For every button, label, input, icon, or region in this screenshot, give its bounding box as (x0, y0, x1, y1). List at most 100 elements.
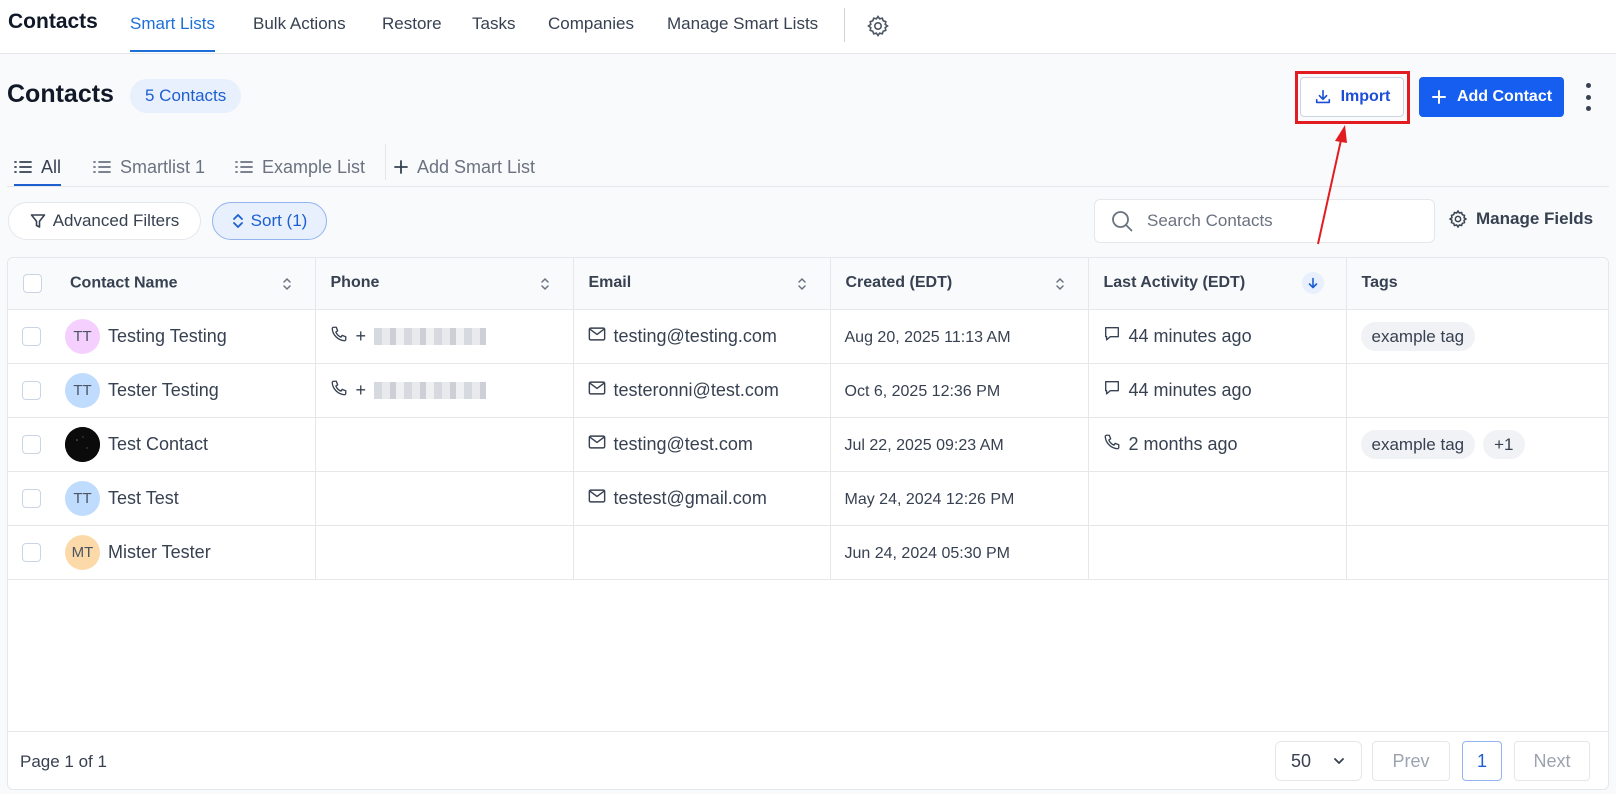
table-row[interactable]: TT Test Test testest@gmail.com May 24, 2024… (8, 471, 1608, 526)
tab-companies[interactable]: Companies (548, 14, 634, 52)
sort-label: Sort (1) (250, 211, 308, 230)
contacts-table: Contact Name Phone Email Created (EDT) L… (7, 257, 1609, 790)
email-cell (573, 525, 831, 580)
smartlist-tab-smartlist-1[interactable]: Smartlist 1 (93, 150, 205, 187)
smartlist-tab-label: All (41, 156, 62, 177)
column-header-created[interactable]: Created (EDT) (830, 258, 1089, 310)
smartlist-tab-label: Example List (262, 156, 366, 177)
last-activity-cell: 44 minutes ago (1088, 309, 1347, 364)
created-date: Jul 22, 2025 09:23 AM (844, 436, 1004, 454)
avatar-initials: MT (71, 543, 94, 561)
list-icon (14, 161, 32, 173)
phone-prefix: + (355, 379, 367, 400)
contacts-count-badge: 5 Contacts (130, 79, 242, 113)
manage-fields-button[interactable]: Manage Fields (1448, 209, 1593, 229)
tab-smart-lists[interactable]: Smart Lists (130, 14, 216, 52)
email-text[interactable]: testing@test.com (614, 434, 753, 455)
sort-descending-icon[interactable] (1301, 272, 1324, 294)
manage-fields-label: Manage Fields (1476, 209, 1594, 228)
email-cell: testing@test.com (573, 417, 831, 472)
contact-name-link[interactable]: Tester Testing (108, 380, 219, 401)
chat-icon (1103, 379, 1121, 402)
next-page-button[interactable]: Next (1514, 741, 1590, 781)
smartlist-divider (385, 144, 386, 180)
created-cell: Aug 20, 2025 11:13 AM (830, 309, 1089, 364)
table-row[interactable]: Test Contact testing@test.com Jul 22, 2025… (8, 417, 1608, 472)
list-icon (93, 161, 111, 173)
more-options-icon[interactable] (1582, 83, 1594, 111)
column-label: Contact Name (70, 274, 178, 292)
contact-name-cell: TT Tester Testing (8, 363, 316, 418)
phone-cell (315, 417, 574, 472)
column-header-phone[interactable]: Phone (315, 258, 574, 310)
tab-restore[interactable]: Restore (382, 14, 442, 52)
tab-bulk-actions[interactable]: Bulk Actions (253, 14, 346, 52)
email-text[interactable]: testeronni@test.com (614, 380, 779, 401)
sort-button[interactable]: Sort (1) (212, 202, 327, 240)
row-checkbox[interactable] (22, 488, 41, 508)
page-info: Page 1 of 1 (20, 752, 107, 771)
smartlist-tab-example-list[interactable]: Example List (235, 150, 365, 187)
search-input[interactable] (1147, 211, 1407, 231)
prev-page-button[interactable]: Prev (1372, 741, 1450, 781)
contact-name-link[interactable]: Test Test (108, 488, 179, 509)
select-all-checkbox[interactable] (23, 273, 42, 293)
smartlist-tab-all[interactable]: All (14, 150, 62, 187)
top-nav: Contacts Smart Lists Bulk Actions Restor… (0, 0, 1616, 54)
tags-cell: example tag +1 (1346, 417, 1608, 472)
gear-icon (1448, 209, 1468, 229)
phone-cell: + (315, 363, 574, 418)
phone-icon (330, 325, 348, 348)
phone-icon (330, 379, 348, 402)
email-cell: testing@testing.com (573, 309, 831, 364)
redacted-phone-number (374, 327, 487, 345)
avatar (65, 426, 100, 462)
last-activity-cell (1088, 525, 1347, 580)
row-checkbox[interactable] (22, 380, 41, 400)
created-cell: Jul 22, 2025 09:23 AM (830, 417, 1089, 472)
page-number-button[interactable]: 1 (1462, 741, 1502, 781)
import-button[interactable]: Import (1300, 77, 1404, 117)
table-header-row: Contact Name Phone Email Created (EDT) L… (8, 258, 1608, 310)
contact-name-link[interactable]: Test Contact (108, 434, 208, 455)
created-date: Jun 24, 2024 05:30 PM (844, 544, 1010, 562)
table-row[interactable]: TT Testing Testing + testing@testing.com Aug… (8, 309, 1608, 364)
sort-icon[interactable] (539, 276, 551, 292)
row-checkbox[interactable] (22, 434, 41, 454)
tags-cell (1346, 471, 1608, 526)
created-date: Aug 20, 2025 11:13 AM (844, 328, 1011, 346)
per-page-select[interactable]: 50 (1275, 741, 1362, 781)
tab-manage-smart-lists[interactable]: Manage Smart Lists (667, 14, 818, 52)
table-row[interactable]: TT Tester Testing + testeronni@test.com Oct … (8, 363, 1608, 418)
advanced-filters-button[interactable]: Advanced Filters (8, 202, 201, 240)
sort-icon[interactable] (281, 276, 293, 292)
tag-chip[interactable]: example tag (1360, 429, 1476, 459)
avatar: MT (65, 534, 100, 570)
contact-name-cell: TT Testing Testing (8, 309, 316, 364)
contact-name-link[interactable]: Mister Tester (108, 542, 211, 563)
tag-chip[interactable]: example tag (1360, 321, 1476, 351)
search-box[interactable] (1094, 199, 1435, 243)
column-label: Last Activity (EDT) (1103, 274, 1246, 292)
sort-icon[interactable] (1054, 276, 1066, 292)
add-contact-button[interactable]: Add Contact (1419, 77, 1564, 117)
tab-tasks[interactable]: Tasks (472, 14, 515, 52)
column-header-last-activity[interactable]: Last Activity (EDT) (1088, 258, 1347, 310)
last-activity-text: 44 minutes ago (1128, 325, 1252, 346)
email-text[interactable]: testing@testing.com (614, 326, 777, 347)
column-header-contact-name[interactable]: Contact Name (8, 258, 316, 310)
advanced-filters-label: Advanced Filters (52, 211, 180, 230)
column-label: Phone (330, 274, 380, 292)
tag-chip[interactable]: +1 (1483, 429, 1525, 459)
add-smart-list-button[interactable]: Add Smart List (394, 150, 535, 187)
row-checkbox[interactable] (22, 542, 41, 562)
tags-cell (1346, 525, 1608, 580)
settings-gear-icon[interactable] (866, 14, 890, 38)
table-row[interactable]: MT Mister Tester Jun 24, 2024 05:30 PM (8, 525, 1608, 580)
sort-icon[interactable] (796, 276, 808, 292)
chat-icon (1103, 325, 1121, 348)
column-header-email[interactable]: Email (573, 258, 831, 310)
contact-name-link[interactable]: Testing Testing (108, 326, 227, 347)
row-checkbox[interactable] (22, 326, 41, 346)
email-text[interactable]: testest@gmail.com (614, 488, 767, 509)
